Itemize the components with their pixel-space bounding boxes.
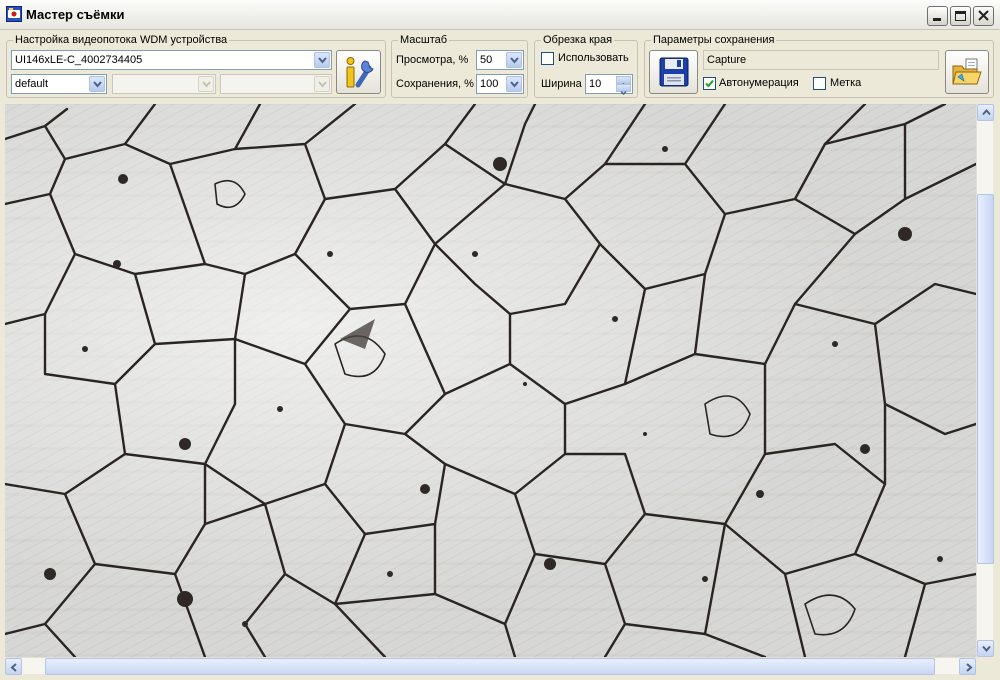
live-preview-viewport[interactable]	[5, 104, 976, 657]
filename-value: Capture	[707, 54, 747, 66]
scroll-up-button[interactable]	[977, 104, 994, 121]
close-button[interactable]	[973, 6, 994, 26]
framerate-combo	[220, 74, 332, 94]
title-bar[interactable]: Мастер съёмки	[0, 0, 1000, 30]
browse-folder-button[interactable]	[945, 50, 989, 94]
use-crop-label[interactable]: Использовать	[558, 52, 629, 64]
chevron-down-icon	[510, 81, 519, 88]
chevron-down-icon	[620, 90, 627, 96]
resolution-combo	[112, 74, 216, 94]
window-title: Мастер съёмки	[26, 7, 125, 22]
save-scale-value: 100	[480, 78, 499, 90]
filename-field[interactable]: Capture	[703, 50, 939, 70]
horizontal-scrollbar[interactable]	[5, 657, 976, 675]
edge-crop-group: Обрезка края Использовать Ширина 10	[534, 34, 638, 98]
maximize-icon	[955, 11, 966, 21]
mark-checkbox[interactable]	[813, 77, 826, 90]
maximize-button[interactable]	[950, 6, 971, 26]
chevron-down-icon	[318, 57, 327, 64]
save-scale-combo[interactable]: 100	[476, 74, 524, 94]
vertical-scroll-thumb[interactable]	[977, 194, 994, 564]
device-value: UI146xLE-C_4002734405	[15, 54, 143, 66]
info-wrench-icon	[346, 57, 374, 88]
scale-legend: Масштаб	[398, 34, 450, 46]
close-icon	[978, 10, 989, 21]
save-params-group: Параметры сохранения Capture Автонумерац…	[644, 34, 994, 98]
video-stream-group: Настройка видеопотока WDM устройства UI1…	[6, 34, 386, 98]
device-dropdown-button[interactable]	[314, 52, 330, 68]
video-stream-legend: Настройка видеопотока WDM устройства	[13, 34, 230, 46]
save-params-legend: Параметры сохранения	[651, 34, 777, 46]
device-setup-button[interactable]	[336, 50, 381, 94]
format-value: default	[15, 78, 49, 90]
minimize-icon	[933, 18, 941, 21]
preview-scale-dropdown-button[interactable]	[506, 52, 522, 68]
vertical-scrollbar[interactable]	[976, 104, 994, 657]
mark-label[interactable]: Метка	[830, 77, 861, 89]
chevron-left-icon	[10, 663, 17, 672]
crop-width-spinner[interactable]: 10	[585, 74, 633, 96]
edge-crop-legend: Обрезка края	[541, 34, 615, 46]
preview-scale-value: 50	[480, 54, 493, 66]
chevron-up-icon	[982, 109, 991, 116]
format-combo[interactable]: default	[11, 74, 107, 94]
chevron-down-icon	[982, 645, 991, 652]
spin-down-button[interactable]	[616, 84, 631, 96]
format-dropdown-button[interactable]	[89, 76, 105, 92]
save-scale-dropdown-button[interactable]	[506, 76, 522, 92]
toolbar: Настройка видеопотока WDM устройства UI1…	[6, 30, 994, 100]
preview-scale-label: Просмотра, %	[396, 54, 469, 66]
save-button[interactable]	[649, 50, 698, 94]
device-combo[interactable]: UI146xLE-C_4002734405	[11, 50, 332, 70]
scale-group: Масштаб Просмотра, % 50 Сохранения, % 10…	[391, 34, 528, 98]
scroll-down-button[interactable]	[977, 640, 994, 657]
capture-wizard-window: Мастер съёмки Настройка видеопотока WDM …	[0, 0, 1000, 680]
chevron-down-icon	[93, 81, 102, 88]
scroll-left-button[interactable]	[5, 658, 22, 675]
use-crop-checkbox[interactable]	[541, 52, 554, 65]
chevron-down-icon	[202, 81, 211, 88]
chevron-right-icon	[966, 663, 973, 672]
preview-scale-combo[interactable]: 50	[476, 50, 524, 70]
crop-width-value: 10	[589, 78, 602, 90]
open-folder-icon	[952, 58, 982, 85]
crop-width-spin-buttons[interactable]	[616, 76, 631, 96]
autonumber-checkbox[interactable]	[703, 77, 716, 90]
framerate-dropdown-button	[314, 76, 330, 92]
chevron-down-icon	[318, 81, 327, 88]
crop-width-label: Ширина	[541, 78, 582, 90]
spin-up-button[interactable]	[616, 76, 631, 88]
chevron-down-icon	[510, 57, 519, 64]
horizontal-scroll-thumb[interactable]	[45, 658, 935, 675]
checkmark-icon	[705, 79, 714, 88]
minimize-button[interactable]	[927, 6, 948, 26]
resolution-dropdown-button	[198, 76, 214, 92]
autonumber-label[interactable]: Автонумерация	[719, 77, 799, 89]
scroll-right-button[interactable]	[959, 658, 976, 675]
scrollbar-corner	[976, 657, 993, 674]
camera-app-icon	[6, 6, 22, 22]
save-scale-label: Сохранения, %	[396, 78, 474, 90]
microscope-grain-image	[5, 104, 976, 657]
floppy-disk-icon	[659, 57, 688, 87]
